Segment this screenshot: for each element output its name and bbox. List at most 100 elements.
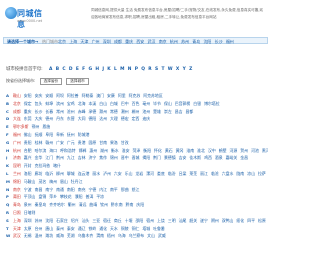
city-link[interactable]: 合肥 [24,148,32,153]
city-link[interactable]: 阿里 [118,93,126,98]
site-logo[interactable]: 同城信息 www.0000.net [5,7,49,29]
city-link[interactable]: 六盘水 [222,171,234,176]
city-link[interactable]: 惠州 [89,148,97,153]
city-link[interactable]: 百色 [132,101,140,106]
city-link[interactable]: 龙岩 [135,171,143,176]
city-link[interactable]: 衡水 [111,148,119,153]
hot-city-link[interactable]: 南京 [159,39,167,44]
city-link[interactable]: 南通 [56,187,64,192]
city-link[interactable]: 临沧 [211,171,219,176]
city-link[interactable]: 泰州 [56,226,64,231]
city-link[interactable]: 黄冈 [176,148,184,153]
city-link[interactable]: 海口 [49,148,57,153]
city-link[interactable]: 临汾 [168,171,176,176]
city-link[interactable]: 沧州 [67,109,75,114]
city-link[interactable]: 潮州 [121,109,129,114]
city-link[interactable]: 乌海 [118,233,126,238]
city-link[interactable]: 文山 [147,233,155,238]
city-link[interactable]: 四平 [247,218,255,223]
city-link[interactable]: 淮安 [122,148,130,153]
city-link[interactable]: 河源 [230,148,238,153]
city-link[interactable]: 日照 [13,210,21,215]
city-link[interactable]: 韶关 [189,218,197,223]
city-link[interactable]: 陇南 [236,171,244,176]
city-link[interactable]: 邵阳 [135,218,143,223]
city-link[interactable]: 阿克苏地区 [143,93,162,98]
city-link[interactable]: 酒泉 [215,155,223,160]
alphabet-letter-link[interactable]: R [148,67,151,72]
city-link[interactable]: 梧州 [107,233,115,238]
city-link[interactable]: 贵港 [78,140,86,145]
hot-city-link[interactable]: 青岛 [192,39,200,44]
city-link[interactable]: 松原 [258,218,266,223]
city-link[interactable]: 德宏 [121,116,129,121]
city-link[interactable]: 黔南 [126,202,134,207]
city-link[interactable]: 沈阳 [45,218,53,223]
city-link[interactable]: 十堰 [125,218,133,223]
city-link[interactable]: 白城 [110,101,118,106]
city-link[interactable]: 汕尾 [179,218,187,223]
city-link[interactable]: 贵阳 [24,140,32,145]
city-link[interactable]: 重庆 [24,109,32,114]
city-link[interactable]: 佛山 [24,132,32,137]
city-link[interactable]: 长沙 [35,109,43,114]
city-link[interactable]: 连云港 [78,171,90,176]
city-link[interactable]: 太原 [24,226,32,231]
alphabet-letter-link[interactable]: J [102,67,104,72]
city-link[interactable]: 池州 [142,109,150,114]
city-link[interactable]: 绥化 [236,218,244,223]
alphabet-letter-link[interactable]: L [114,67,117,72]
city-link[interactable]: 北京 [13,101,21,106]
city-link[interactable]: 达州 [99,116,107,121]
alphabet-letter-link[interactable]: G [88,67,92,72]
city-link[interactable]: 抚顺 [35,132,43,137]
city-link[interactable]: 苏州 [35,218,43,223]
city-link[interactable]: 甘孜 [121,140,129,145]
city-link[interactable]: 柳州 [56,171,64,176]
city-link[interactable]: 景德镇 [164,155,176,160]
city-link[interactable]: 防城港 [78,132,90,137]
city-link[interactable]: 潍坊 [45,233,53,238]
city-link[interactable]: 鸡西 [204,155,212,160]
city-link[interactable]: 克拉玛依 [35,163,51,168]
alphabet-letter-link[interactable]: Y [183,67,186,72]
city-link[interactable]: 常州 [56,109,64,114]
city-link[interactable]: 平顶山 [24,194,36,199]
city-link[interactable]: 牡丹江 [71,179,83,184]
city-link[interactable]: 保山 [164,101,172,106]
city-link[interactable]: 鹤壁 [219,148,227,153]
city-link[interactable]: 普洱 [85,194,93,199]
city-link[interactable]: 泉州 [24,202,32,207]
hot-city-link[interactable]: 重庆 [125,39,133,44]
city-link[interactable]: 固原 [88,140,96,145]
city-link[interactable]: 铁岭 [88,226,96,231]
city-link[interactable]: 德州 [45,116,53,121]
hot-city-link[interactable]: 广州 [92,39,100,44]
city-link[interactable]: 湖州 [100,148,108,153]
city-link[interactable]: 兰州 [13,171,21,176]
alphabet-letter-link[interactable]: Q [141,67,145,72]
city-link[interactable]: 济南 [13,155,21,160]
city-link[interactable]: 齐齐哈尔 [49,202,65,207]
city-link[interactable]: 宁德 [88,187,96,192]
city-link[interactable]: 锦州 [110,155,118,160]
city-link[interactable]: 宿州 [146,218,154,223]
city-link[interactable]: 秦皇岛 [35,202,47,207]
city-link[interactable]: 汉中 [208,148,216,153]
city-link[interactable]: 绵阳 [13,179,21,184]
city-link[interactable]: 呼和浩特 [60,148,76,153]
city-link[interactable]: 丹东 [56,116,64,121]
city-link[interactable]: 金昌 [240,155,248,160]
city-link[interactable]: 巴中 [121,101,129,106]
alphabet-letter-link[interactable]: H [95,67,99,72]
city-link[interactable]: 阿坝 [56,93,64,98]
city-link[interactable]: 拉萨 [258,171,266,176]
city-link[interactable]: 鞍山 [13,93,21,98]
hot-city-link[interactable]: 上海 [69,39,77,44]
city-link[interactable]: 安顺 [45,93,53,98]
city-link[interactable]: 塔城 [142,226,150,231]
city-link[interactable]: 上饶 [157,218,165,223]
city-link[interactable]: 洛阳 [24,171,32,176]
city-link[interactable]: 白银 [193,101,201,106]
city-link[interactable]: 济宁 [88,155,96,160]
